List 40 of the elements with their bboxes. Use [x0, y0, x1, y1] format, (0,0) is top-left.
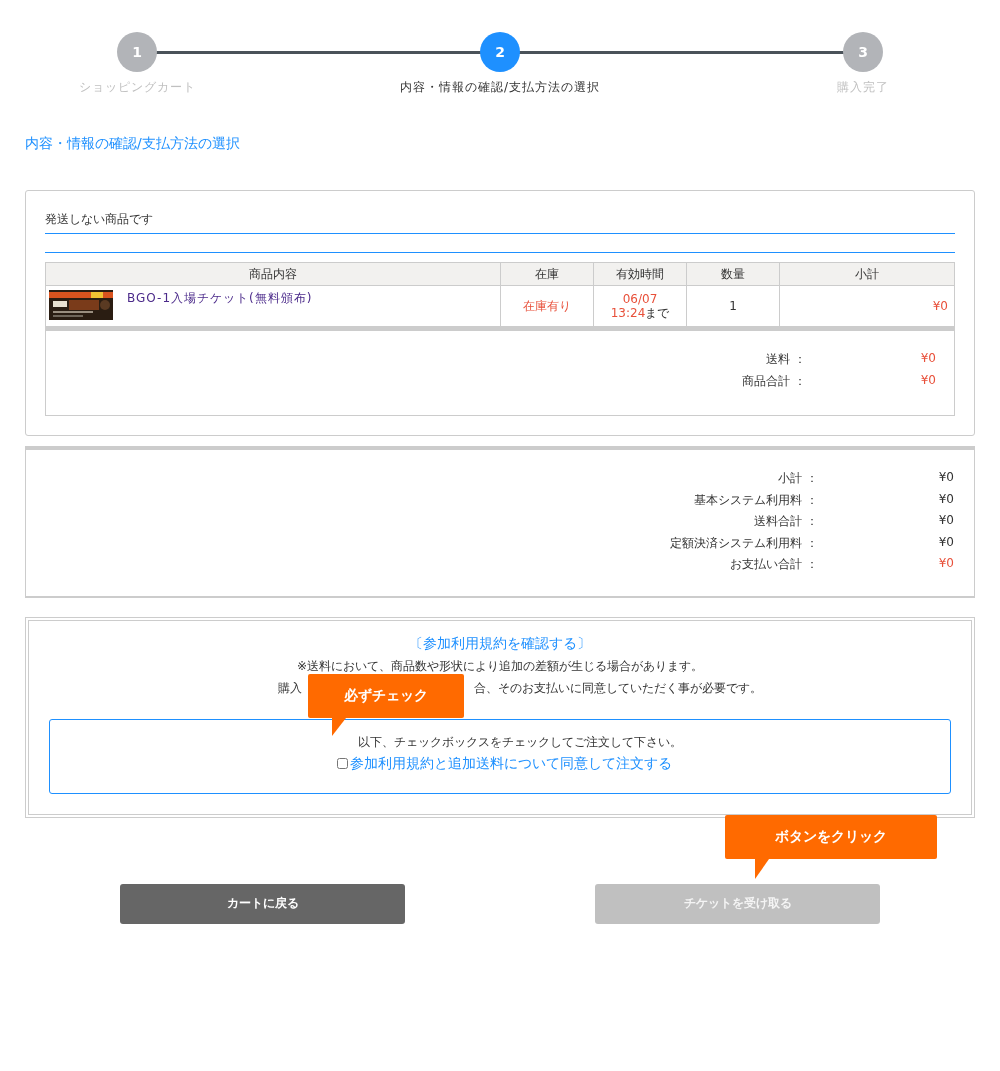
summary-label: 定額決済システム利用料 ： [670, 534, 818, 552]
callout-tail [332, 717, 346, 736]
column-header: 在庫 [500, 262, 594, 286]
instruction-text: 以下、チェックボックスをチェックしてご注文して下さい。 [358, 733, 682, 751]
terms-link[interactable]: 〔参加利用規約を確認する〕 [409, 634, 591, 653]
quantity: 1 [729, 299, 737, 313]
total-label: 商品合計 ： [742, 373, 806, 390]
note-text: 購入 [278, 679, 302, 697]
total-value: ¥0 [919, 351, 936, 367]
subtotal: ¥0 [932, 299, 948, 313]
column-header: 小計 [779, 262, 955, 286]
total-value: ¥0 [919, 373, 936, 389]
step-number: 3 [843, 32, 883, 72]
column-header: 商品内容 [45, 262, 501, 286]
summary-value: ¥0 [937, 513, 954, 529]
note-text: 合、そのお支払いに同意していただく事が必要です。 [474, 679, 762, 697]
summary-label: お支払い合計 ： [730, 556, 818, 573]
summary-value: ¥0 [937, 534, 954, 551]
summary-value: ¥0 [937, 491, 954, 508]
summary-label: 小計 ： [778, 470, 818, 487]
note-text: ※送料において、商品数や形状により追加の差額が生じる場合があります。 [296, 657, 704, 675]
summary-label: 基本システム利用料 ： [694, 491, 818, 509]
column-header: 有効時間 [593, 262, 687, 286]
summary-value: ¥0 [937, 470, 954, 486]
step-number: 1 [117, 32, 157, 72]
agree-checkbox[interactable] [336, 758, 348, 769]
stock-status: 在庫有り [523, 298, 571, 313]
section-heading: 発送しない商品です [45, 211, 955, 234]
callout: ボタンをクリック [725, 814, 937, 859]
summary-label: 送料合計 ： [754, 513, 818, 530]
page-title: 内容・情報の確認/支払方法の選択 [25, 135, 241, 153]
total-label: 送料 ： [766, 351, 806, 368]
step-number: 2 [480, 32, 520, 72]
summary-value: ¥0 [937, 556, 954, 572]
agree-label[interactable]: 参加利用規約と追加送料について同意して注文する [349, 754, 672, 773]
step-label: 内容・情報の確認/支払方法の選択 [400, 79, 601, 96]
valid-until: 06/07 13:24まで [610, 292, 670, 320]
action-button[interactable]: カートに戻る [120, 883, 405, 924]
callout: 必ずチェック [308, 673, 464, 718]
column-header: 数量 [686, 262, 780, 286]
